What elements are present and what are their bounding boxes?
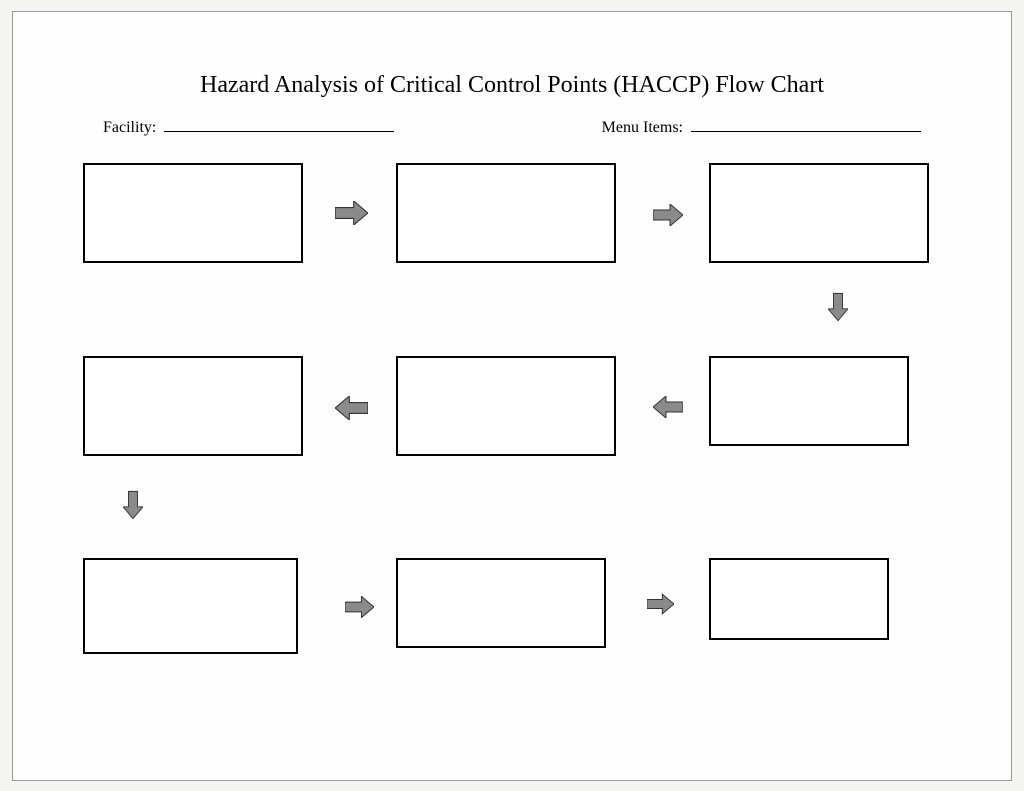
- arrow-right-icon: [653, 204, 683, 226]
- arrow-right-icon: [647, 593, 674, 615]
- form-fields-row: Facility: Menu Items:: [83, 119, 941, 137]
- page-title: Hazard Analysis of Critical Control Poin…: [83, 72, 941, 99]
- facility-field: Facility:: [103, 119, 394, 137]
- arrow-right-icon: [335, 201, 368, 225]
- flow-box-5[interactable]: [396, 356, 616, 456]
- document-page: Hazard Analysis of Critical Control Poin…: [12, 11, 1012, 781]
- arrow-left-icon: [653, 396, 683, 418]
- arrow-right-icon: [345, 596, 374, 618]
- flow-box-8[interactable]: [396, 558, 606, 648]
- facility-label: Facility:: [103, 119, 156, 136]
- arrow-down-icon: [828, 291, 848, 323]
- flow-box-4[interactable]: [709, 356, 909, 446]
- flow-box-3[interactable]: [709, 163, 929, 263]
- flow-box-7[interactable]: [83, 558, 298, 654]
- arrow-down-icon: [123, 489, 143, 521]
- menu-items-field: Menu Items:: [602, 119, 921, 137]
- flow-box-6[interactable]: [83, 356, 303, 456]
- flowchart-grid: [83, 163, 941, 723]
- flow-box-9[interactable]: [709, 558, 889, 640]
- arrow-left-icon: [335, 396, 368, 420]
- facility-input-line[interactable]: [164, 131, 394, 132]
- flow-box-2[interactable]: [396, 163, 616, 263]
- flow-box-1[interactable]: [83, 163, 303, 263]
- menu-items-input-line[interactable]: [691, 131, 921, 132]
- menu-items-label: Menu Items:: [602, 119, 683, 136]
